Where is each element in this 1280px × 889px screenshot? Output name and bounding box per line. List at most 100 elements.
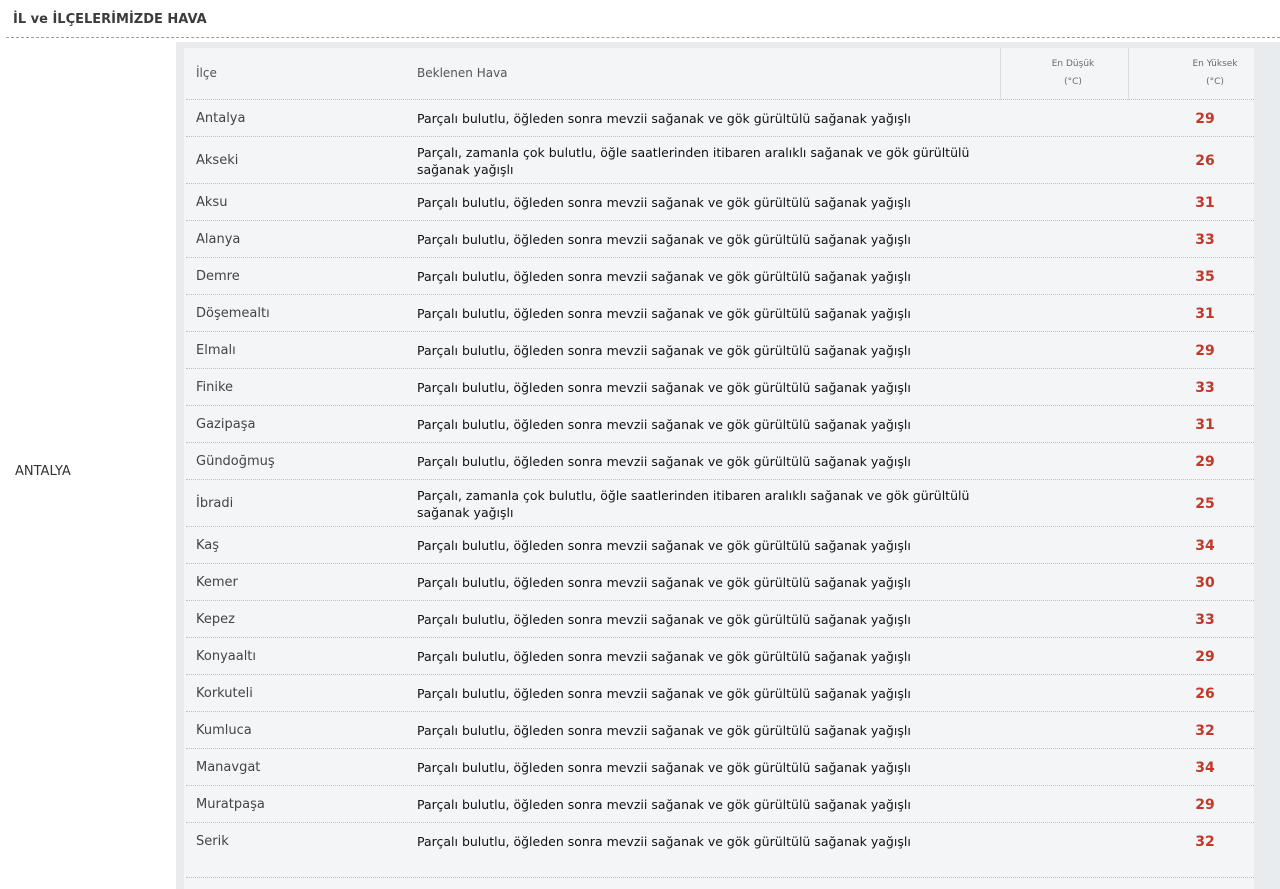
table-row: Gündoğmuş Parçalı bulutlu, öğleden sonra … [186,442,1254,480]
table-row: Gazipaşa Parçalı bulutlu, öğleden sonra m… [186,405,1254,443]
low-temp [1001,823,1111,860]
low-temp [1001,564,1111,601]
header-low-unit: (°C) [1064,77,1082,87]
high-temp: 29 [1195,796,1215,813]
header-high-temp: En Yüksek (°C) [1172,48,1258,98]
table-row: Konyaaltı Parçalı bulutlu, öğleden sonra … [186,637,1254,675]
district-name: Gündoğmuş [196,454,275,469]
expected-weather: Parçalı bulutlu, öğleden sonra mevzii sa… [417,232,911,247]
table-row: Elmalı Parçalı bulutlu, öğleden sonra mev… [186,331,1254,369]
expected-weather: Parçalı bulutlu, öğleden sonra mevzii sa… [417,612,911,627]
expected-weather: Parçalı bulutlu, öğleden sonra mevzii sa… [417,538,911,553]
high-temp: 34 [1195,759,1215,776]
expected-weather: Parçalı bulutlu, öğleden sonra mevzii sa… [417,649,911,664]
header-separator [1128,48,1129,100]
expected-weather: Parçalı bulutlu, öğleden sonra mevzii sa… [417,575,911,590]
high-temp: 34 [1195,537,1215,554]
expected-weather: Parçalı bulutlu, öğleden sonra mevzii sa… [417,760,911,775]
low-temp [1001,258,1111,295]
table-row: Manavgat Parçalı bulutlu, öğleden sonra m… [186,748,1254,786]
expected-weather: Parçalı, zamanla çok bulutlu, öğle saatl… [417,144,970,177]
low-temp [1001,712,1111,749]
table-row: İbradi Parçalı, zamanla çok bulutlu, öğle… [186,479,1254,527]
district-name: Finike [196,380,234,395]
table-row: Alanya Parçalı bulutlu, öğleden sonra mev… [186,220,1254,258]
district-name: Kumluca [196,723,252,738]
expected-weather: Parçalı bulutlu, öğleden sonra mevzii sa… [417,686,911,701]
district-name: Konyaaltı [196,649,257,664]
district-name: Kaş [196,538,220,553]
district-name: Aksu [196,195,228,210]
high-temp: 31 [1195,305,1215,322]
low-temp [1001,295,1111,332]
low-temp [1001,332,1111,369]
high-temp: 31 [1195,194,1215,211]
high-temp: 32 [1195,722,1215,739]
district-name: Serik [196,834,229,849]
low-temp [1001,369,1111,406]
low-temp [1001,638,1111,675]
low-temp [1001,443,1111,480]
table-row: Muratpaşa Parçalı bulutlu, öğleden sonra … [186,785,1254,823]
district-name: Demre [196,269,240,284]
table-row: Kaş Parçalı bulutlu, öğleden sonra mevzii… [186,526,1254,564]
expected-weather: Parçalı bulutlu, öğleden sonra mevzii sa… [417,834,911,849]
header-separator [1000,48,1001,100]
low-temp [1001,100,1111,137]
expected-weather: Parçalı bulutlu, öğleden sonra mevzii sa… [417,723,911,738]
low-temp [1001,406,1111,443]
high-temp: 26 [1195,152,1215,169]
high-temp: 31 [1195,416,1215,433]
table-row: Kepez Parçalı bulutlu, öğleden sonra mevz… [186,600,1254,638]
low-temp [1001,601,1111,638]
district-name: Döşemealtı [196,306,270,321]
table-row: Korkuteli Parçalı bulutlu, öğleden sonra … [186,674,1254,712]
high-temp: 25 [1195,495,1215,512]
page-title: İL ve İLÇELERİMİZDE HAVA [13,12,207,27]
city-name: ANTALYA [15,464,71,479]
table-row: Aksu Parçalı bulutlu, öğleden sonra mevzi… [186,183,1254,221]
high-temp: 29 [1195,453,1215,470]
low-temp [1001,137,1111,184]
table-row: Akseki Parçalı, zamanla çok bulutlu, öğle… [186,136,1254,184]
low-temp [1001,527,1111,564]
high-temp: 33 [1195,611,1215,628]
district-name: Muratpaşa [196,797,265,812]
header-district: İlçe [196,66,217,80]
expected-weather: Parçalı bulutlu, öğleden sonra mevzii sa… [417,306,911,321]
high-temp: 30 [1195,574,1215,591]
title-divider [6,37,1280,38]
expected-weather: Parçalı bulutlu, öğleden sonra mevzii sa… [417,111,911,126]
low-temp [1001,786,1111,823]
district-name: Manavgat [196,760,261,775]
expected-weather: Parçalı, zamanla çok bulutlu, öğle saatl… [417,487,970,520]
expected-weather: Parçalı bulutlu, öğleden sonra mevzii sa… [417,417,911,432]
table-row: Serik Parçalı bulutlu, öğleden sonra mevz… [186,822,1254,860]
district-name: Korkuteli [196,686,253,701]
high-temp: 33 [1195,379,1215,396]
table-row: Döşemealtı Parçalı bulutlu, öğleden sonra… [186,294,1254,332]
table-row: Demre Parçalı bulutlu, öğleden sonra mevz… [186,257,1254,295]
high-temp: 29 [1195,648,1215,665]
low-temp [1001,749,1111,786]
high-temp: 35 [1195,268,1215,285]
expected-weather: Parçalı bulutlu, öğleden sonra mevzii sa… [417,269,911,284]
expected-weather: Parçalı bulutlu, öğleden sonra mevzii sa… [417,343,911,358]
low-temp [1001,675,1111,712]
expected-weather: Parçalı bulutlu, öğleden sonra mevzii sa… [417,380,911,395]
district-name: İbradi [196,496,234,511]
header-high-label: En Yüksek [1192,59,1238,69]
district-name: Elmalı [196,343,236,358]
low-temp [1001,184,1111,221]
high-temp: 29 [1195,110,1215,127]
low-temp [1001,221,1111,258]
header-weather: Beklenen Hava [417,66,508,80]
table-row: Finike Parçalı bulutlu, öğleden sonra mev… [186,368,1254,406]
high-temp: 32 [1195,833,1215,850]
district-name: Kepez [196,612,235,627]
expected-weather: Parçalı bulutlu, öğleden sonra mevzii sa… [417,797,911,812]
expected-weather: Parçalı bulutlu, öğleden sonra mevzii sa… [417,454,911,469]
header-high-unit: (°C) [1206,77,1224,87]
district-name: Alanya [196,232,241,247]
header-low-label: En Düşük [1051,59,1095,69]
